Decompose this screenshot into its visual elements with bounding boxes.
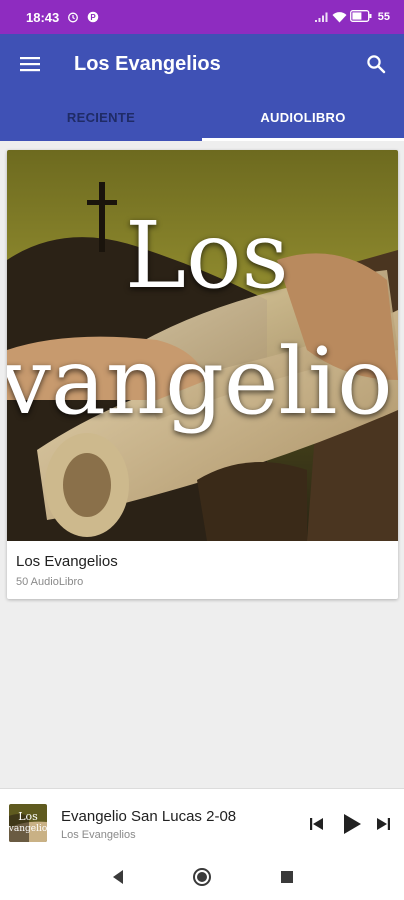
status-bar: 18:43 P 55	[0, 0, 404, 34]
player-thumbnail: Los vangelio	[9, 804, 47, 842]
svg-text:vangelio: vangelio	[9, 824, 47, 834]
svg-text:P: P	[91, 13, 97, 22]
svg-text:Los: Los	[18, 810, 38, 823]
app-bar: Los Evangelios	[0, 34, 404, 94]
skip-previous-icon[interactable]	[306, 811, 328, 837]
app-notification-icon: P	[87, 11, 99, 23]
system-nav-bar	[0, 854, 404, 900]
cover-title-line-2: vangelio	[7, 328, 393, 435]
skip-next-icon[interactable]	[372, 811, 394, 837]
recents-square-icon[interactable]	[275, 865, 299, 889]
mini-player[interactable]: Los vangelio Evangelio San Lucas 2-08 Lo…	[0, 788, 404, 854]
player-track-title: Evangelio San Lucas 2-08	[61, 808, 237, 825]
player-album-name: Los Evangelios	[61, 829, 136, 841]
hamburger-menu-icon[interactable]	[0, 34, 60, 94]
back-triangle-icon[interactable]	[106, 865, 130, 889]
tab-bar: RECIENTE AUDIOLIBRO	[0, 94, 404, 141]
card-title: Los Evangelios	[16, 553, 118, 570]
status-time: 18:43	[26, 9, 60, 25]
play-icon[interactable]	[338, 811, 366, 837]
app-title: Los Evangelios	[74, 52, 221, 75]
search-icon[interactable]	[348, 34, 404, 94]
signal-icon	[314, 11, 328, 23]
home-circle-icon[interactable]	[190, 865, 214, 889]
tab-reciente[interactable]: RECIENTE	[0, 94, 202, 141]
battery-icon	[349, 9, 372, 25]
audiobook-cover-image: Los vangelio	[7, 150, 398, 541]
audiobook-card[interactable]: Los vangelio Los Evangelios 50 AudioLibr…	[7, 150, 398, 599]
tab-audiolibro[interactable]: AUDIOLIBRO	[202, 94, 404, 141]
battery-percent: 55	[377, 11, 390, 23]
alarm-icon	[67, 11, 79, 23]
cover-title-line-1: Los	[125, 202, 289, 309]
card-subtitle: 50 AudioLibro	[16, 576, 84, 588]
wifi-icon	[332, 11, 347, 23]
